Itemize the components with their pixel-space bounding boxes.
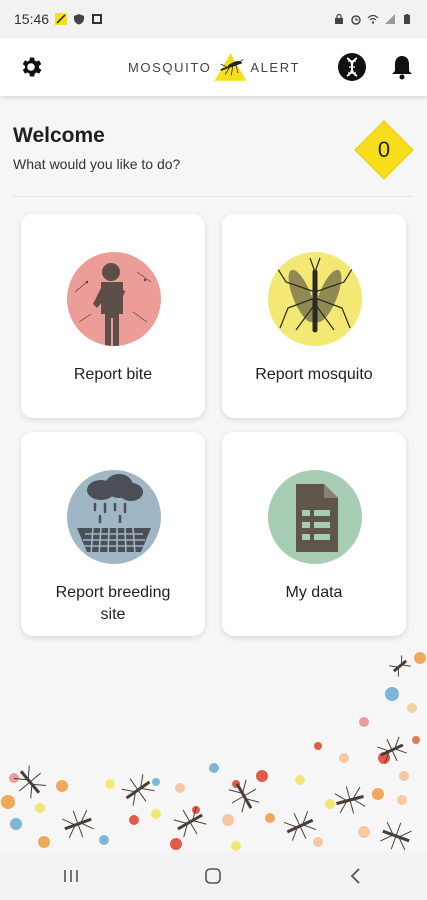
document-list-icon [296, 484, 338, 552]
report-bite-circle [67, 252, 161, 346]
report-mosquito-label: Report mosquito [255, 366, 373, 383]
status-bar: 15:46 [0, 0, 427, 38]
recent-apps-button[interactable] [51, 861, 91, 891]
recent-apps-icon [64, 870, 78, 882]
back-icon [350, 868, 360, 884]
logo-text-right: ALERT [250, 59, 300, 75]
app-bar: MOSQUITO ALERT [0, 38, 427, 96]
home-button[interactable] [193, 861, 233, 891]
decorative-mosquito-pattern [1, 652, 426, 851]
report-bite-card[interactable]: Report bite [21, 214, 205, 418]
report-breeding-site-label-line1: Report breeding [55, 584, 171, 601]
report-bite-label: Report bite [73, 366, 153, 383]
report-breeding-site-label-line2: site [100, 606, 126, 623]
my-data-label: My data [285, 584, 343, 601]
report-breeding-site-circle [67, 470, 161, 564]
my-data-circle [268, 470, 362, 564]
person-bite-icon [74, 263, 152, 346]
settings-gear-icon[interactable] [18, 54, 44, 80]
photo-icon [92, 14, 103, 24]
shield-icon [74, 14, 85, 25]
app-logo: MOSQUITO ALERT [128, 44, 300, 90]
divider [13, 196, 413, 197]
my-data-card[interactable]: My data [222, 432, 406, 636]
battery-icon [404, 14, 410, 24]
report-breeding-site-card[interactable]: Report breeding site [21, 432, 205, 636]
decorative-mosquitoes [13, 655, 412, 851]
home-icon [205, 868, 222, 884]
lock-icon [335, 13, 343, 24]
status-time: 15:46 [14, 11, 50, 27]
score-value: 0 [377, 137, 391, 162]
signal-icon [385, 14, 395, 24]
notifications-bell-icon[interactable] [390, 54, 414, 80]
dna-icon[interactable] [337, 52, 367, 82]
wifi-icon [367, 14, 379, 24]
back-button[interactable] [336, 861, 376, 891]
alarm-icon [351, 15, 361, 25]
report-mosquito-card[interactable]: Report mosquito [222, 214, 406, 418]
report-mosquito-circle [268, 252, 362, 346]
logo-mosquito-triangle-icon [214, 53, 247, 81]
welcome-title: Welcome [13, 124, 105, 147]
mosquito-icon [275, 257, 355, 333]
logo-text-left: MOSQUITO [128, 59, 212, 75]
notification-mosquito-icon [55, 13, 68, 25]
breeding-site-icon [77, 474, 151, 555]
system-navigation-bar [0, 852, 427, 900]
decorative-dots [1, 652, 426, 851]
welcome-subtitle: What would you like to do? [13, 156, 181, 172]
